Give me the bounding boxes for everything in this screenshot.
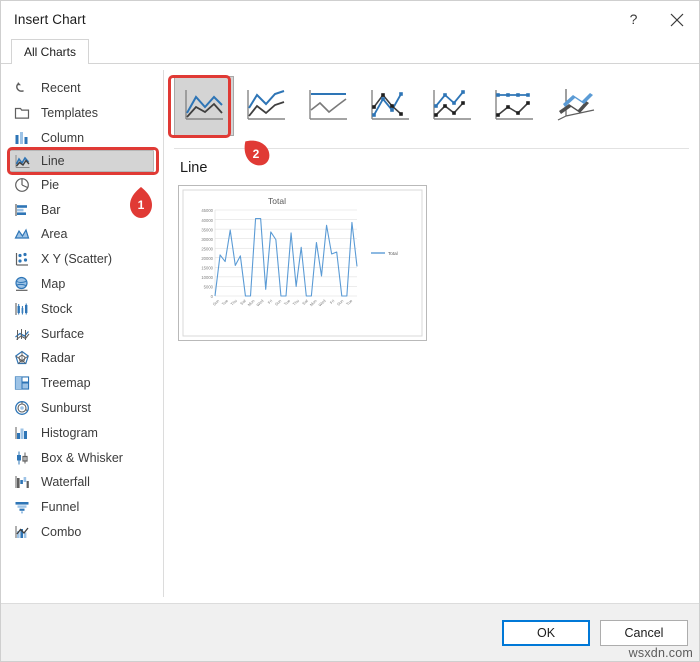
radar-chart-icon	[13, 349, 31, 367]
sidebar-item-label: Recent	[41, 81, 81, 96]
sidebar-item-stock[interactable]: Stock	[1, 296, 164, 321]
close-icon[interactable]	[655, 1, 699, 38]
svg-text:Total: Total	[268, 196, 286, 206]
chart-preview-svg: 0500010000150002000025000300003500040000…	[179, 186, 426, 340]
thumbnail-line-with-markers[interactable]	[360, 76, 420, 136]
svg-text:5000: 5000	[204, 285, 214, 290]
sidebar-item-label: Box & Whisker	[41, 450, 123, 465]
sidebar-item-label: Waterfall	[41, 475, 90, 490]
thumbnail-line[interactable]	[174, 76, 234, 136]
cancel-button[interactable]: Cancel	[600, 619, 688, 646]
svg-text:10000: 10000	[201, 275, 213, 280]
waterfall-chart-icon	[13, 473, 31, 491]
sidebar-item-label: Map	[41, 276, 66, 291]
sidebar-item-combo[interactable]: Combo	[1, 520, 164, 545]
chart-preview[interactable]: 0 5000 10000 15000 20000 25000 30000 35000 40000…	[178, 185, 427, 341]
treemap-chart-icon	[13, 374, 31, 392]
svg-text:30000: 30000	[201, 237, 213, 242]
thumbnail-stacked-line-with-markers[interactable]	[422, 76, 482, 136]
sidebar-item-label: Area	[41, 227, 68, 242]
annotation-pin-2-number: 2	[252, 147, 260, 161]
tab-all-charts-label: All Charts	[24, 45, 77, 59]
chart-type-sidebar: Recent Templates Column Line Pie Bar Are…	[1, 64, 164, 603]
insert-chart-dialog: Insert Chart ? All Charts Recent Templat…	[0, 0, 700, 662]
tab-strip: All Charts	[1, 38, 699, 64]
sidebar-item-surface[interactable]: Surface	[1, 321, 164, 346]
bar-chart-icon	[13, 201, 31, 219]
sidebar-item-label: Surface	[41, 326, 85, 341]
sidebar-item-label: Treemap	[41, 376, 91, 391]
svg-text:?: ?	[629, 12, 637, 27]
sidebar-item-label: Column	[41, 130, 85, 145]
sidebar-item-label: Bar	[41, 202, 61, 217]
svg-text:25000: 25000	[201, 246, 213, 251]
sidebar-item-label: Sunburst	[41, 400, 92, 415]
sidebar-item-label: Line	[41, 154, 65, 169]
sidebar-item-label: Templates	[41, 106, 98, 121]
tab-all-charts[interactable]: All Charts	[11, 39, 90, 64]
dialog-body: Recent Templates Column Line Pie Bar Are…	[1, 64, 699, 603]
sidebar-item-label: Funnel	[41, 500, 80, 515]
title-bar: Insert Chart ?	[1, 1, 699, 38]
map-chart-icon	[13, 275, 31, 293]
area-chart-icon	[13, 225, 31, 243]
sidebar-item-recent[interactable]: Recent	[1, 76, 164, 101]
surface-chart-icon	[13, 325, 31, 343]
sidebar-item-label: Histogram	[41, 425, 98, 440]
sidebar-item-label: Combo	[41, 524, 82, 539]
svg-text:20000: 20000	[201, 256, 213, 261]
stock-chart-icon	[13, 300, 31, 318]
pie-chart-icon	[13, 176, 31, 194]
thumbnail-100-percent-stacked-line-with-markers[interactable]	[484, 76, 544, 136]
scatter-chart-icon	[13, 250, 31, 268]
ok-button-label: OK	[536, 625, 556, 640]
sidebar-item-funnel[interactable]: Funnel	[1, 495, 164, 520]
ok-button[interactable]: OK	[502, 619, 590, 646]
help-icon[interactable]: ?	[611, 1, 655, 38]
sidebar-item-label: Stock	[41, 301, 73, 316]
combo-chart-icon	[13, 523, 31, 541]
svg-text:45000: 45000	[201, 208, 213, 213]
sidebar-item-xy-scatter[interactable]: X Y (Scatter)	[1, 247, 164, 272]
recent-icon	[13, 79, 31, 97]
svg-text:Total: Total	[388, 251, 398, 256]
sunburst-chart-icon	[13, 399, 31, 417]
sidebar-item-line[interactable]: Line	[9, 150, 154, 173]
cancel-button-label: Cancel	[624, 625, 664, 640]
sidebar-item-treemap[interactable]: Treemap	[1, 371, 164, 396]
funnel-chart-icon	[13, 498, 31, 516]
watermark: wsxdn.com	[628, 646, 693, 660]
thumbnail-3-d-line[interactable]	[546, 76, 606, 136]
sidebar-item-radar[interactable]: Radar	[1, 346, 164, 371]
annotation-pin-1-number: 1	[137, 198, 145, 212]
thumbnail-stacked-line[interactable]	[236, 76, 296, 136]
dialog-footer: OK Cancel wsxdn.com	[1, 603, 699, 661]
sidebar-item-box-whisker[interactable]: Box & Whisker	[1, 445, 164, 470]
sidebar-item-sunburst[interactable]: Sunburst	[1, 396, 164, 421]
svg-text:35000: 35000	[201, 227, 213, 232]
sidebar-item-label: X Y (Scatter)	[41, 252, 113, 267]
sidebar-item-histogram[interactable]: Histogram	[1, 420, 164, 445]
svg-text:15000: 15000	[201, 266, 213, 271]
svg-text:40000: 40000	[201, 218, 213, 223]
sidebar-item-templates[interactable]: Templates	[1, 101, 164, 126]
window-controls: ?	[611, 1, 699, 38]
sidebar-item-label: Pie	[41, 177, 60, 192]
page-title: Insert Chart	[14, 12, 86, 27]
sidebar-item-area[interactable]: Area	[1, 222, 164, 247]
templates-icon	[13, 104, 31, 122]
column-chart-icon	[13, 129, 31, 147]
histogram-chart-icon	[13, 424, 31, 442]
sidebar-item-waterfall[interactable]: Waterfall	[1, 470, 164, 495]
line-chart-icon	[13, 152, 31, 170]
box-whisker-icon	[13, 449, 31, 467]
sidebar-item-map[interactable]: Map	[1, 272, 164, 297]
annotation-pin-2: 2	[241, 136, 270, 168]
annotation-pin-1: 1	[127, 186, 155, 218]
thumbnail-100-percent-stacked-line[interactable]	[298, 76, 358, 136]
sidebar-item-label: Radar	[41, 351, 76, 366]
sidebar-item-column[interactable]: Column	[1, 126, 164, 151]
